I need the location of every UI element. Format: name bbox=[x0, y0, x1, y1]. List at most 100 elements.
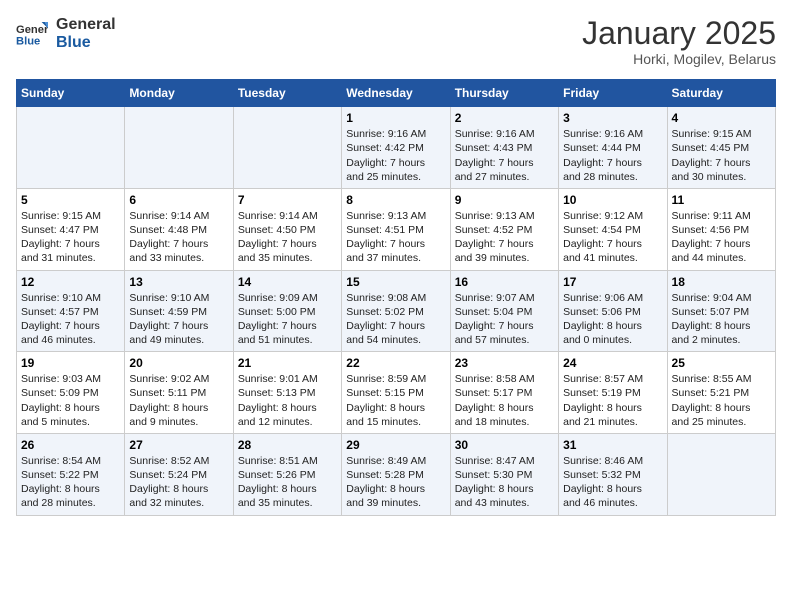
day-cell: 13 Sunrise: 9:10 AM Sunset: 4:59 PM Dayli… bbox=[125, 270, 233, 352]
weekday-header-thursday: Thursday bbox=[450, 80, 558, 107]
day-cell: 18 Sunrise: 9:04 AM Sunset: 5:07 PM Dayli… bbox=[667, 270, 775, 352]
day-cell: 26 Sunrise: 8:54 AM Sunset: 5:22 PM Dayli… bbox=[17, 433, 125, 515]
day-info: Sunrise: 9:10 AM Sunset: 4:57 PM Dayligh… bbox=[21, 291, 120, 348]
day-number: 26 bbox=[21, 438, 120, 452]
day-number: 28 bbox=[238, 438, 337, 452]
day-number: 20 bbox=[129, 356, 228, 370]
day-cell: 17 Sunrise: 9:06 AM Sunset: 5:06 PM Dayli… bbox=[559, 270, 667, 352]
day-number: 15 bbox=[346, 275, 445, 289]
day-info: Sunrise: 8:52 AM Sunset: 5:24 PM Dayligh… bbox=[129, 454, 228, 511]
day-info: Sunrise: 8:55 AM Sunset: 5:21 PM Dayligh… bbox=[672, 372, 771, 429]
day-info: Sunrise: 8:59 AM Sunset: 5:15 PM Dayligh… bbox=[346, 372, 445, 429]
day-cell: 7 Sunrise: 9:14 AM Sunset: 4:50 PM Daylig… bbox=[233, 188, 341, 270]
day-info: Sunrise: 9:11 AM Sunset: 4:56 PM Dayligh… bbox=[672, 209, 771, 266]
day-cell: 4 Sunrise: 9:15 AM Sunset: 4:45 PM Daylig… bbox=[667, 107, 775, 189]
page-header: General Blue General Blue January 2025 H… bbox=[16, 16, 776, 67]
day-number: 30 bbox=[455, 438, 554, 452]
day-info: Sunrise: 8:47 AM Sunset: 5:30 PM Dayligh… bbox=[455, 454, 554, 511]
day-number: 16 bbox=[455, 275, 554, 289]
day-cell: 20Sunrise: 9:02 AM Sunset: 5:11 PM Dayli… bbox=[125, 352, 233, 434]
day-number: 17 bbox=[563, 275, 662, 289]
day-cell: 27 Sunrise: 8:52 AM Sunset: 5:24 PM Dayli… bbox=[125, 433, 233, 515]
svg-text:Blue: Blue bbox=[16, 35, 40, 47]
logo-general-text: General bbox=[56, 16, 116, 34]
day-number: 8 bbox=[346, 193, 445, 207]
day-info: Sunrise: 9:14 AM Sunset: 4:50 PM Dayligh… bbox=[238, 209, 337, 266]
week-row-5: 26 Sunrise: 8:54 AM Sunset: 5:22 PM Dayli… bbox=[17, 433, 776, 515]
day-cell: 25Sunrise: 8:55 AM Sunset: 5:21 PM Dayli… bbox=[667, 352, 775, 434]
day-cell: 12 Sunrise: 9:10 AM Sunset: 4:57 PM Dayli… bbox=[17, 270, 125, 352]
day-cell: 29Sunrise: 8:49 AM Sunset: 5:28 PM Dayli… bbox=[342, 433, 450, 515]
day-number: 31 bbox=[563, 438, 662, 452]
day-cell: 11Sunrise: 9:11 AM Sunset: 4:56 PM Dayli… bbox=[667, 188, 775, 270]
day-number: 18 bbox=[672, 275, 771, 289]
day-number: 12 bbox=[21, 275, 120, 289]
day-number: 2 bbox=[455, 111, 554, 125]
day-cell bbox=[17, 107, 125, 189]
day-cell: 5Sunrise: 9:15 AM Sunset: 4:47 PM Daylig… bbox=[17, 188, 125, 270]
day-number: 9 bbox=[455, 193, 554, 207]
day-cell: 3Sunrise: 9:16 AM Sunset: 4:44 PM Daylig… bbox=[559, 107, 667, 189]
day-cell: 16 Sunrise: 9:07 AM Sunset: 5:04 PM Dayli… bbox=[450, 270, 558, 352]
weekday-header-friday: Friday bbox=[559, 80, 667, 107]
day-number: 14 bbox=[238, 275, 337, 289]
day-cell: 30 Sunrise: 8:47 AM Sunset: 5:30 PM Dayli… bbox=[450, 433, 558, 515]
day-number: 21 bbox=[238, 356, 337, 370]
day-info: Sunrise: 9:16 AM Sunset: 4:43 PM Dayligh… bbox=[455, 127, 554, 184]
day-number: 24 bbox=[563, 356, 662, 370]
weekday-header-wednesday: Wednesday bbox=[342, 80, 450, 107]
day-info: Sunrise: 8:57 AM Sunset: 5:19 PM Dayligh… bbox=[563, 372, 662, 429]
calendar-title: January 2025 bbox=[582, 16, 776, 51]
day-number: 4 bbox=[672, 111, 771, 125]
day-info: Sunrise: 9:01 AM Sunset: 5:13 PM Dayligh… bbox=[238, 372, 337, 429]
weekday-header-row: SundayMondayTuesdayWednesdayThursdayFrid… bbox=[17, 80, 776, 107]
day-cell: 2 Sunrise: 9:16 AM Sunset: 4:43 PM Daylig… bbox=[450, 107, 558, 189]
day-number: 5 bbox=[21, 193, 120, 207]
day-info: Sunrise: 9:13 AM Sunset: 4:51 PM Dayligh… bbox=[346, 209, 445, 266]
day-info: Sunrise: 9:04 AM Sunset: 5:07 PM Dayligh… bbox=[672, 291, 771, 348]
day-cell: 6 Sunrise: 9:14 AM Sunset: 4:48 PM Daylig… bbox=[125, 188, 233, 270]
day-cell: 8 Sunrise: 9:13 AM Sunset: 4:51 PM Daylig… bbox=[342, 188, 450, 270]
day-info: Sunrise: 9:06 AM Sunset: 5:06 PM Dayligh… bbox=[563, 291, 662, 348]
day-cell: 22Sunrise: 8:59 AM Sunset: 5:15 PM Dayli… bbox=[342, 352, 450, 434]
day-cell bbox=[667, 433, 775, 515]
week-row-1: 1 Sunrise: 9:16 AM Sunset: 4:42 PM Daylig… bbox=[17, 107, 776, 189]
day-cell bbox=[233, 107, 341, 189]
weekday-header-tuesday: Tuesday bbox=[233, 80, 341, 107]
day-number: 1 bbox=[346, 111, 445, 125]
day-info: Sunrise: 8:54 AM Sunset: 5:22 PM Dayligh… bbox=[21, 454, 120, 511]
day-number: 6 bbox=[129, 193, 228, 207]
day-cell: 28 Sunrise: 8:51 AM Sunset: 5:26 PM Dayli… bbox=[233, 433, 341, 515]
svg-text:General: General bbox=[16, 24, 48, 36]
day-cell: 9 Sunrise: 9:13 AM Sunset: 4:52 PM Daylig… bbox=[450, 188, 558, 270]
weekday-header-sunday: Sunday bbox=[17, 80, 125, 107]
day-info: Sunrise: 8:51 AM Sunset: 5:26 PM Dayligh… bbox=[238, 454, 337, 511]
title-block: January 2025 Horki, Mogilev, Belarus bbox=[582, 16, 776, 67]
day-info: Sunrise: 9:10 AM Sunset: 4:59 PM Dayligh… bbox=[129, 291, 228, 348]
day-info: Sunrise: 9:03 AM Sunset: 5:09 PM Dayligh… bbox=[21, 372, 120, 429]
day-info: Sunrise: 9:14 AM Sunset: 4:48 PM Dayligh… bbox=[129, 209, 228, 266]
day-number: 23 bbox=[455, 356, 554, 370]
calendar-table: SundayMondayTuesdayWednesdayThursdayFrid… bbox=[16, 79, 776, 515]
day-info: Sunrise: 9:12 AM Sunset: 4:54 PM Dayligh… bbox=[563, 209, 662, 266]
day-number: 29 bbox=[346, 438, 445, 452]
day-cell: 24 Sunrise: 8:57 AM Sunset: 5:19 PM Dayli… bbox=[559, 352, 667, 434]
week-row-2: 5Sunrise: 9:15 AM Sunset: 4:47 PM Daylig… bbox=[17, 188, 776, 270]
day-info: Sunrise: 9:15 AM Sunset: 4:45 PM Dayligh… bbox=[672, 127, 771, 184]
day-cell: 10Sunrise: 9:12 AM Sunset: 4:54 PM Dayli… bbox=[559, 188, 667, 270]
logo-blue-text: Blue bbox=[56, 34, 116, 52]
day-info: Sunrise: 9:16 AM Sunset: 4:44 PM Dayligh… bbox=[563, 127, 662, 184]
day-cell: 21 Sunrise: 9:01 AM Sunset: 5:13 PM Dayli… bbox=[233, 352, 341, 434]
day-cell: 31Sunrise: 8:46 AM Sunset: 5:32 PM Dayli… bbox=[559, 433, 667, 515]
day-info: Sunrise: 9:07 AM Sunset: 5:04 PM Dayligh… bbox=[455, 291, 554, 348]
day-number: 7 bbox=[238, 193, 337, 207]
day-number: 27 bbox=[129, 438, 228, 452]
day-cell: 14Sunrise: 9:09 AM Sunset: 5:00 PM Dayli… bbox=[233, 270, 341, 352]
weekday-header-saturday: Saturday bbox=[667, 80, 775, 107]
day-info: Sunrise: 9:13 AM Sunset: 4:52 PM Dayligh… bbox=[455, 209, 554, 266]
day-info: Sunrise: 9:16 AM Sunset: 4:42 PM Dayligh… bbox=[346, 127, 445, 184]
day-cell: 15Sunrise: 9:08 AM Sunset: 5:02 PM Dayli… bbox=[342, 270, 450, 352]
day-number: 13 bbox=[129, 275, 228, 289]
day-number: 19 bbox=[21, 356, 120, 370]
week-row-4: 19 Sunrise: 9:03 AM Sunset: 5:09 PM Dayli… bbox=[17, 352, 776, 434]
